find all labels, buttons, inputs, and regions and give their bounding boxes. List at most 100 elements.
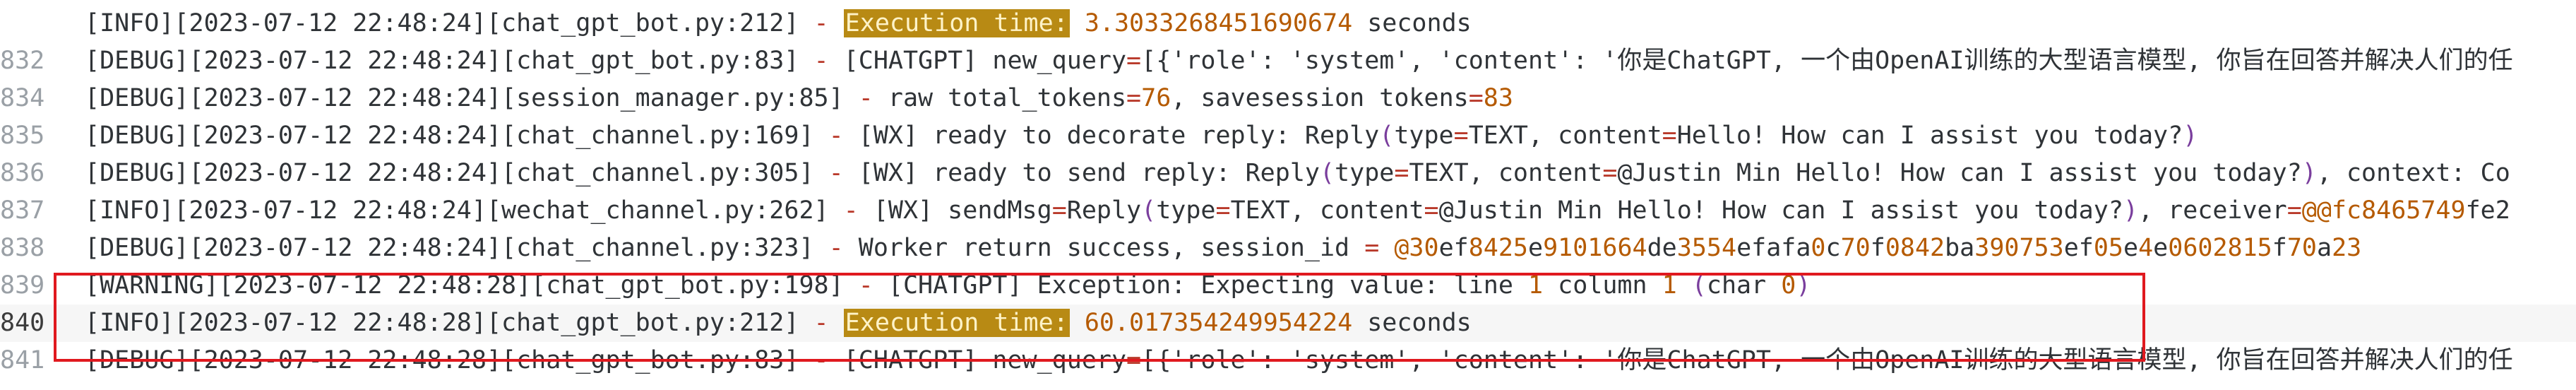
log-token: TEXT, content xyxy=(1230,196,1424,225)
line-number: 839 xyxy=(0,271,45,300)
log-token: 60.017354249954224 xyxy=(1084,309,1353,337)
log-line: 837 [INFO][2023-07-12 22:48:24][wechat_ch… xyxy=(0,192,2576,230)
line-number: 835 xyxy=(0,122,45,150)
log-token: , receiver xyxy=(2137,196,2287,225)
log-token: 1 xyxy=(1662,271,1677,300)
log-token: [INFO][2023-07-12 22:48:24][chat_gpt_bot… xyxy=(85,9,814,37)
log-token: = xyxy=(1126,47,1142,75)
log-token: - xyxy=(843,196,859,225)
log-token: 1 xyxy=(1527,271,1544,300)
log-token: ) xyxy=(2183,122,2198,150)
log-line: 840 [INFO][2023-07-12 22:48:28][chat_gpt_… xyxy=(0,305,2576,342)
log-token: [INFO][2023-07-12 22:48:24][wechat_chann… xyxy=(85,196,844,225)
log-token: efafa xyxy=(1736,234,1811,262)
log-token: [CHATGPT] new_query xyxy=(828,47,1127,75)
log-token: 0 xyxy=(1811,234,1826,262)
log-token: Hello! How can I assist you today? xyxy=(1676,122,2183,150)
log-text: [INFO][2023-07-12 22:48:24][wechat_chann… xyxy=(85,192,2510,230)
log-token: , context: Co xyxy=(2316,159,2510,187)
log-text: [INFO][2023-07-12 22:48:24][chat_gpt_bot… xyxy=(85,5,1472,42)
log-token: type xyxy=(1335,159,1395,187)
log-token: char xyxy=(1706,271,1782,300)
log-token: = xyxy=(1364,234,1380,262)
log-token: ) xyxy=(1796,271,1811,300)
log-line: [INFO][2023-07-12 22:48:24][chat_gpt_bot… xyxy=(0,5,2576,42)
log-token: 3.3033268451690674 xyxy=(1084,9,1353,37)
log-token: column xyxy=(1543,271,1662,300)
log-text: [DEBUG][2023-07-12 22:48:24][session_man… xyxy=(85,80,1513,117)
log-token: [CHATGPT] new_query xyxy=(828,346,1127,374)
log-text: [DEBUG][2023-07-12 22:48:28][chat_gpt_bo… xyxy=(85,342,2513,379)
log-token: 70 xyxy=(2286,234,2317,262)
log-token: [DEBUG][2023-07-12 22:48:24][session_man… xyxy=(85,84,859,112)
log-token: seconds xyxy=(1352,309,1472,337)
log-token: - xyxy=(858,271,873,300)
line-number: 837 xyxy=(0,196,45,225)
log-token xyxy=(1070,9,1085,37)
log-line: 838 [DEBUG][2023-07-12 22:48:24][chat_cha… xyxy=(0,230,2576,267)
log-token: @@fc xyxy=(2301,196,2362,225)
log-token: = xyxy=(1051,196,1067,225)
log-text: [DEBUG][2023-07-12 22:48:24][chat_channe… xyxy=(85,155,2510,192)
log-token: Worker return success, session_id xyxy=(843,234,1365,262)
log-token: type xyxy=(1156,196,1216,225)
log-token: 05 xyxy=(2093,234,2124,262)
log-token: 8465749 xyxy=(2361,196,2466,225)
log-token: 0602815 xyxy=(2168,234,2272,262)
log-token: 83 xyxy=(1483,84,1513,112)
log-token: e xyxy=(2153,234,2169,262)
log-token: type xyxy=(1394,122,1454,150)
log-line: 841 [DEBUG][2023-07-12 22:48:28][chat_gpt… xyxy=(0,342,2576,379)
log-token: - xyxy=(813,346,829,374)
log-token: seconds xyxy=(1352,9,1472,37)
log-token: ( xyxy=(1141,196,1157,225)
log-token: [DEBUG][2023-07-12 22:48:24][chat_gpt_bo… xyxy=(85,47,814,75)
log-token: TEXT, content xyxy=(1468,122,1662,150)
log-token: [DEBUG][2023-07-12 22:48:28][chat_gpt_bo… xyxy=(85,346,814,374)
log-token: f xyxy=(2272,234,2287,262)
log-token: ba xyxy=(1945,234,1975,262)
log-token: 0 xyxy=(1781,271,1796,300)
log-token: ) xyxy=(2123,196,2138,225)
log-token: [DEBUG][2023-07-12 22:48:24][chat_channe… xyxy=(85,234,829,262)
log-token: ) xyxy=(2301,159,2317,187)
log-token: - xyxy=(828,122,844,150)
log-token: - xyxy=(813,9,829,37)
log-token: - xyxy=(813,309,829,337)
log-token: c xyxy=(1825,234,1841,262)
log-token: [WX] ready to send reply: Reply xyxy=(843,159,1320,187)
log-token: = xyxy=(1602,159,1618,187)
log-token: [WX] ready to decorate reply: Reply xyxy=(843,122,1380,150)
log-token: 9101664 xyxy=(1543,234,1647,262)
log-token: = xyxy=(1468,84,1484,112)
log-token: = xyxy=(1662,122,1677,150)
log-line: 834 [DEBUG][2023-07-12 22:48:24][session_… xyxy=(0,80,2576,117)
log-token: 0842 xyxy=(1885,234,1945,262)
log-token: [WARNING][2023-07-12 22:48:28][chat_gpt_… xyxy=(85,271,859,300)
log-text: [DEBUG][2023-07-12 22:48:24][chat_channe… xyxy=(85,117,2198,155)
log-text: [DEBUG][2023-07-12 22:48:24][chat_gpt_bo… xyxy=(85,42,2513,80)
log-token: = xyxy=(1126,84,1142,112)
log-token: a xyxy=(2317,234,2332,262)
log-token: ef xyxy=(2063,234,2094,262)
log-token: 70 xyxy=(1840,234,1871,262)
log-token: 76 xyxy=(1141,84,1171,112)
log-token: - xyxy=(858,84,873,112)
log-token: e xyxy=(1528,234,1544,262)
log-token: 3554 xyxy=(1676,234,1737,262)
log-token: - xyxy=(813,47,829,75)
log-token: , savesession tokens xyxy=(1171,84,1469,112)
search-highlight: Execution time: xyxy=(843,309,1070,337)
log-token: = xyxy=(1215,196,1231,225)
log-token: @Justin Min Hello! How can I assist you … xyxy=(1617,159,2302,187)
log-token: @30 xyxy=(1394,234,1439,262)
log-token: de xyxy=(1647,234,1677,262)
log-token: [{'role': 'system', 'content': '你是ChatGP… xyxy=(1141,346,2513,374)
log-token: = xyxy=(1424,196,1439,225)
log-token: ef xyxy=(1438,234,1469,262)
log-text: [DEBUG][2023-07-12 22:48:24][chat_channe… xyxy=(85,230,2361,267)
log-text: [INFO][2023-07-12 22:48:28][chat_gpt_bot… xyxy=(85,305,1472,342)
log-token: [INFO][2023-07-12 22:48:28][chat_gpt_bot… xyxy=(85,309,814,337)
log-token xyxy=(1677,271,1692,300)
log-token: @Justin Min Hello! How can I assist you … xyxy=(1438,196,2123,225)
